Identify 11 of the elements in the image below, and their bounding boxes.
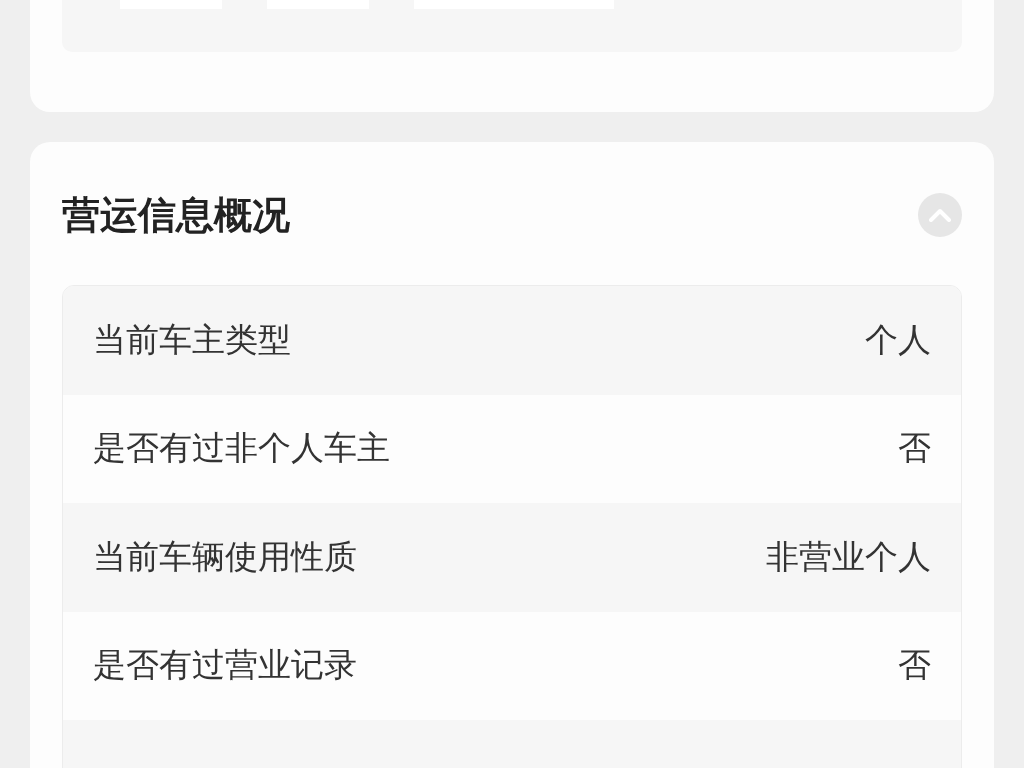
row-value: 非营业个人 xyxy=(766,535,931,578)
row-label: 当前车辆使用性质 xyxy=(93,535,357,578)
section-title: 营运信息概况 xyxy=(62,191,290,239)
row-value: 否 xyxy=(898,427,931,470)
row-label: 是否有过非个人车主 xyxy=(93,427,390,470)
row-value: 否 xyxy=(898,644,931,687)
row-label: 是否有过营业记录 xyxy=(93,644,357,687)
row-value: 个人 xyxy=(865,318,931,361)
row-label: 当前车主类型 xyxy=(93,318,291,361)
collapse-button[interactable] xyxy=(918,193,962,237)
chevron-up-icon xyxy=(929,208,951,222)
